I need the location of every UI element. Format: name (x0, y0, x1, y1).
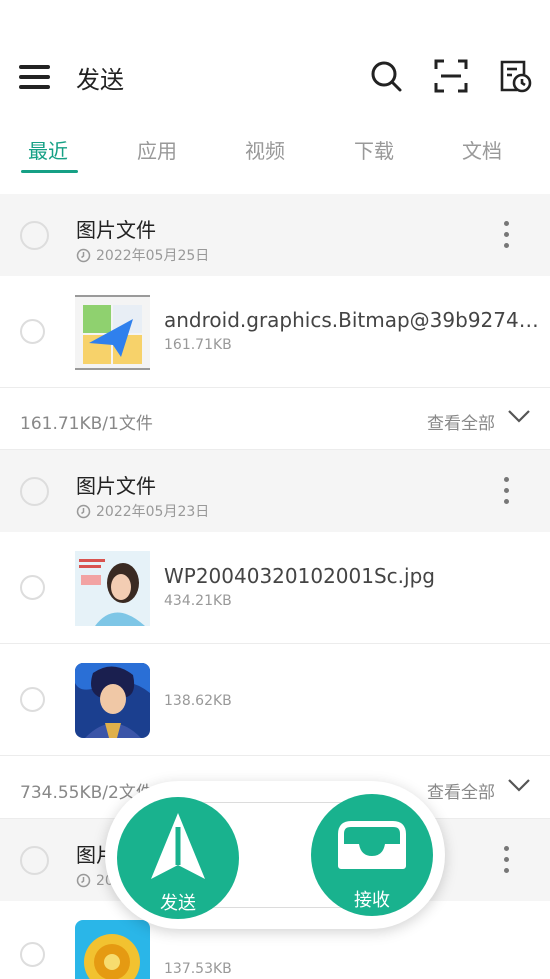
tab-apps[interactable]: 应用 (137, 135, 177, 164)
file-row[interactable]: android.graphics.Bitmap@39b92744.png 161… (0, 276, 550, 388)
file-size: 161.71KB (164, 337, 232, 353)
tab-recent[interactable]: 最近 (28, 135, 68, 164)
summary-text: 161.71KB/1文件 (20, 414, 153, 434)
file-select-checkbox[interactable] (20, 942, 45, 967)
file-name: WP20040320102001Sc.jpg (164, 564, 435, 588)
receive-button[interactable]: 接收 (311, 794, 433, 916)
map-app-icon (75, 297, 150, 368)
tab-indicator (21, 170, 78, 173)
group-header: 图片文件 2022年05月25日 (0, 194, 550, 276)
chevron-down-icon[interactable] (507, 408, 531, 424)
group-header: 图片文件 2022年05月23日 (0, 450, 550, 532)
group-select-checkbox[interactable] (20, 477, 49, 506)
file-select-checkbox[interactable] (20, 575, 45, 600)
file-thumbnail (75, 920, 150, 979)
file-size: 434.21KB (164, 593, 232, 609)
group-title: 图片文件 (76, 218, 156, 242)
group-select-checkbox[interactable] (20, 221, 49, 250)
view-all-link[interactable]: 查看全部 (427, 409, 495, 434)
tab-downloads[interactable]: 下载 (354, 135, 394, 164)
tab-documents[interactable]: 文档 (462, 135, 502, 164)
group-title: 图片文件 (76, 474, 156, 498)
more-options-icon[interactable] (504, 846, 510, 876)
file-thumbnail (75, 663, 150, 738)
send-button[interactable]: 发送 (117, 797, 239, 919)
file-row[interactable]: 138.62KB (0, 644, 550, 756)
group-date: 2022年05月23日 (76, 501, 209, 521)
more-options-icon[interactable] (504, 477, 510, 507)
category-tabs: 最近 应用 视频 下载 文档 (0, 125, 550, 175)
menu-icon[interactable] (19, 65, 51, 89)
file-row[interactable]: WP20040320102001Sc.jpg 434.21KB (0, 532, 550, 644)
group-date: 2022年05月25日 (76, 245, 209, 265)
file-name: android.graphics.Bitmap@39b92744.png (164, 308, 548, 332)
history-icon[interactable] (497, 58, 533, 94)
view-all-link[interactable]: 查看全部 (427, 778, 495, 803)
group-summary: 161.71KB/1文件 查看全部 (0, 388, 550, 450)
more-options-icon[interactable] (504, 221, 510, 251)
file-size: 137.53KB (164, 961, 232, 977)
file-thumbnail (75, 295, 150, 370)
send-label: 发送 (160, 893, 196, 914)
clock-icon (76, 504, 91, 518)
photo-thumbnail (75, 551, 150, 626)
coin-app-icon (75, 920, 150, 979)
chevron-down-icon[interactable] (507, 777, 531, 793)
receive-label: 接收 (354, 890, 390, 911)
clock-icon (76, 248, 91, 262)
file-select-checkbox[interactable] (20, 319, 45, 344)
clock-icon (76, 873, 91, 887)
group-select-checkbox[interactable] (20, 846, 49, 875)
game-app-icon (75, 663, 150, 738)
file-size: 138.62KB (164, 693, 232, 709)
file-select-checkbox[interactable] (20, 687, 45, 712)
page-title: 发送 (76, 66, 124, 94)
search-icon[interactable] (368, 58, 404, 94)
file-thumbnail (75, 551, 150, 626)
scan-icon[interactable] (433, 58, 469, 94)
app-header: 发送 (0, 40, 550, 114)
tab-videos[interactable]: 视频 (245, 135, 285, 164)
